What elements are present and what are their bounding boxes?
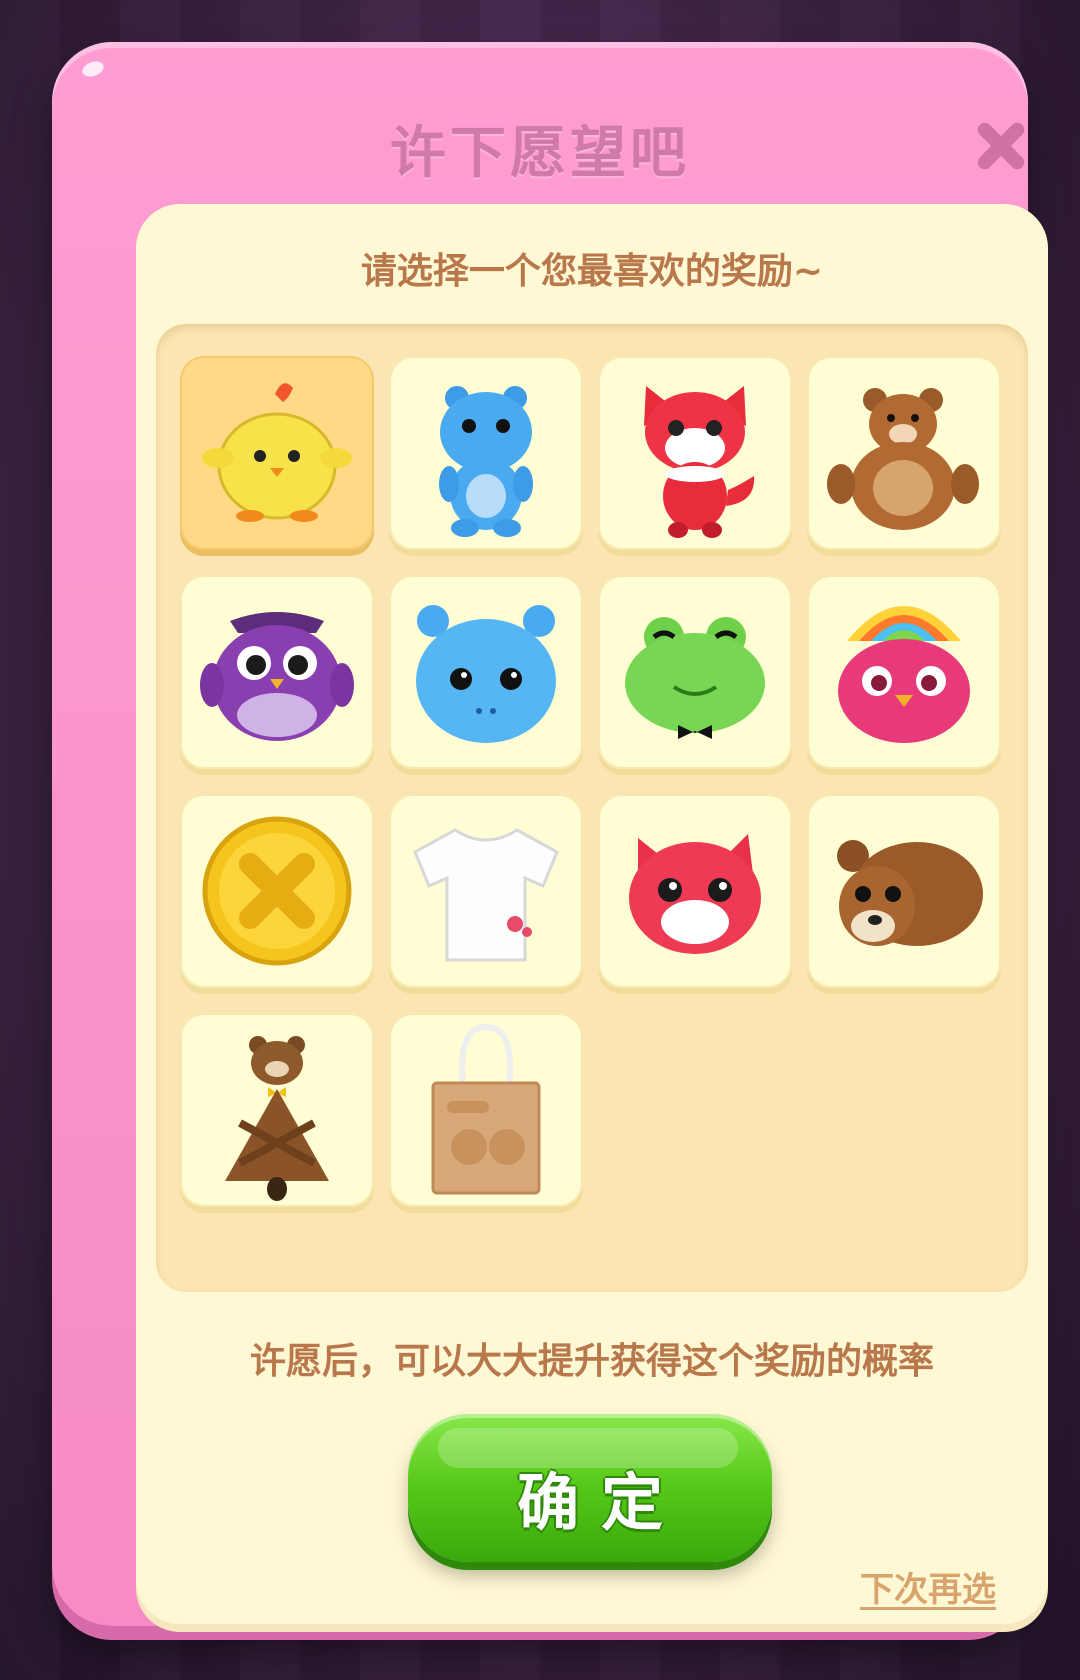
reward-tile-red-fox[interactable] — [598, 356, 792, 550]
reward-tile-tote-bag[interactable] — [389, 1013, 583, 1207]
wish-dialog: 许下愿望吧 请选择一个您最喜欢的奖励~ 许愿后，可以大大提升获得这个奖励的概率 … — [52, 42, 1048, 1632]
reward-tile-bear-head[interactable] — [807, 794, 1001, 988]
reward-tile-brown-bear[interactable] — [807, 356, 1001, 550]
bird-pillow-icon — [838, 606, 970, 743]
tote-bag-icon — [431, 1023, 541, 1195]
reward-tile-gold-coin[interactable] — [180, 794, 374, 988]
dialog-content: 请选择一个您最喜欢的奖励~ 许愿后，可以大大提升获得这个奖励的概率 确定 下次再… — [136, 204, 1048, 1632]
reward-tile-raccoon-blanket[interactable] — [180, 1013, 374, 1207]
t-shirt-icon — [413, 828, 559, 962]
choose-later-link[interactable]: 下次再选 — [860, 1562, 996, 1611]
reward-tile-purple-owl[interactable] — [180, 575, 374, 769]
hippo-pillow-icon — [416, 605, 556, 743]
confirm-button-label: 确定 — [516, 1466, 685, 1539]
owl-pillow-icon — [200, 612, 354, 741]
confirm-button[interactable]: 确定 — [408, 1414, 772, 1562]
coin-pillow-icon — [202, 816, 352, 966]
bear-plush-icon — [827, 388, 979, 530]
close-icon[interactable] — [972, 118, 1028, 174]
fox-head-pillow-icon — [629, 834, 761, 954]
reward-tile-hippo-pillow[interactable] — [389, 575, 583, 769]
dialog-subtitle: 请选择一个您最喜欢的奖励~ — [360, 251, 824, 292]
reward-tile-blue-hippo[interactable] — [389, 356, 583, 550]
dialog-title: 许下愿望吧 — [390, 121, 690, 186]
reward-tile-t-shirt[interactable] — [389, 794, 583, 988]
hippo-plush-icon — [439, 386, 533, 537]
reward-tile-fox-head[interactable] — [598, 794, 792, 988]
chick-plush-icon — [202, 383, 352, 522]
reward-tile-rainbow-bird[interactable] — [807, 575, 1001, 769]
reward-tile-green-frog[interactable] — [598, 575, 792, 769]
bear-head-pillow-icon — [837, 840, 983, 946]
fox-plush-icon — [644, 386, 755, 538]
frog-pillow-icon — [625, 617, 765, 739]
raccoon-blanket-icon — [225, 1036, 329, 1201]
wish-hint-text: 许愿后，可以大大提升获得这个奖励的概率 — [249, 1341, 934, 1382]
reward-grid — [156, 324, 1028, 1292]
reward-tile-yellow-chick[interactable] — [180, 356, 374, 550]
